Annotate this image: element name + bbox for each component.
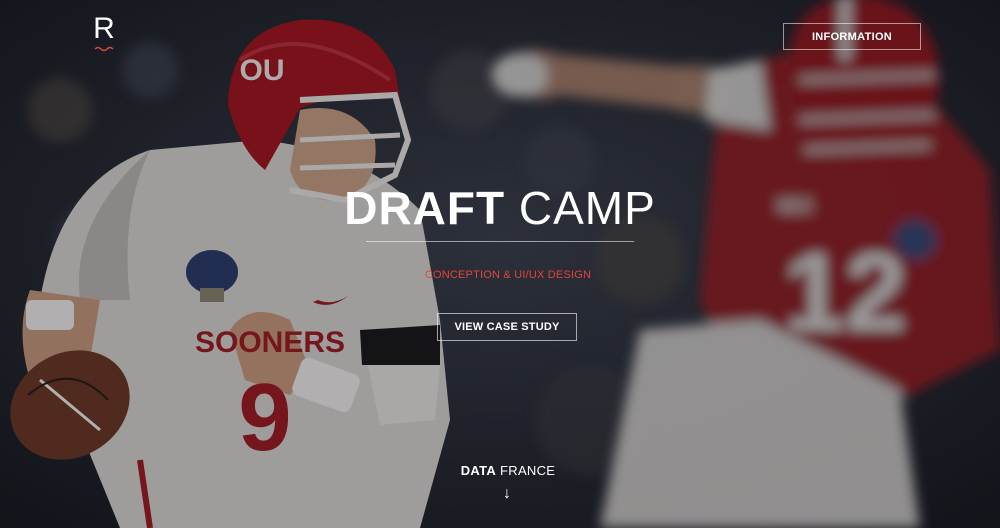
view-case-study-button[interactable]: VIEW CASE STUDY	[437, 313, 577, 341]
logo-mark-icon	[94, 46, 114, 52]
hero-section: SOONERS 9 OU 12 SEC	[0, 0, 1000, 528]
information-button[interactable]: INFORMATION	[783, 23, 921, 50]
caption-light: FRANCE	[500, 463, 556, 478]
client-caption: DATA FRANCE	[408, 463, 608, 478]
hero-title-block: DRAFT CAMP	[300, 180, 700, 242]
hero-title: DRAFT CAMP	[300, 180, 700, 236]
title-divider	[366, 241, 634, 242]
dark-overlay	[0, 0, 1000, 528]
logo-letter: R	[93, 12, 115, 45]
site-logo[interactable]: R	[92, 14, 116, 52]
title-bold-word: DRAFT	[344, 182, 506, 234]
down-arrow-icon[interactable]: ↓	[497, 485, 517, 503]
title-light-word: CAMP	[518, 182, 656, 234]
hero-subtitle: CONCEPTION & UI/UX DESIGN	[424, 269, 592, 281]
caption-bold: DATA	[460, 463, 497, 478]
